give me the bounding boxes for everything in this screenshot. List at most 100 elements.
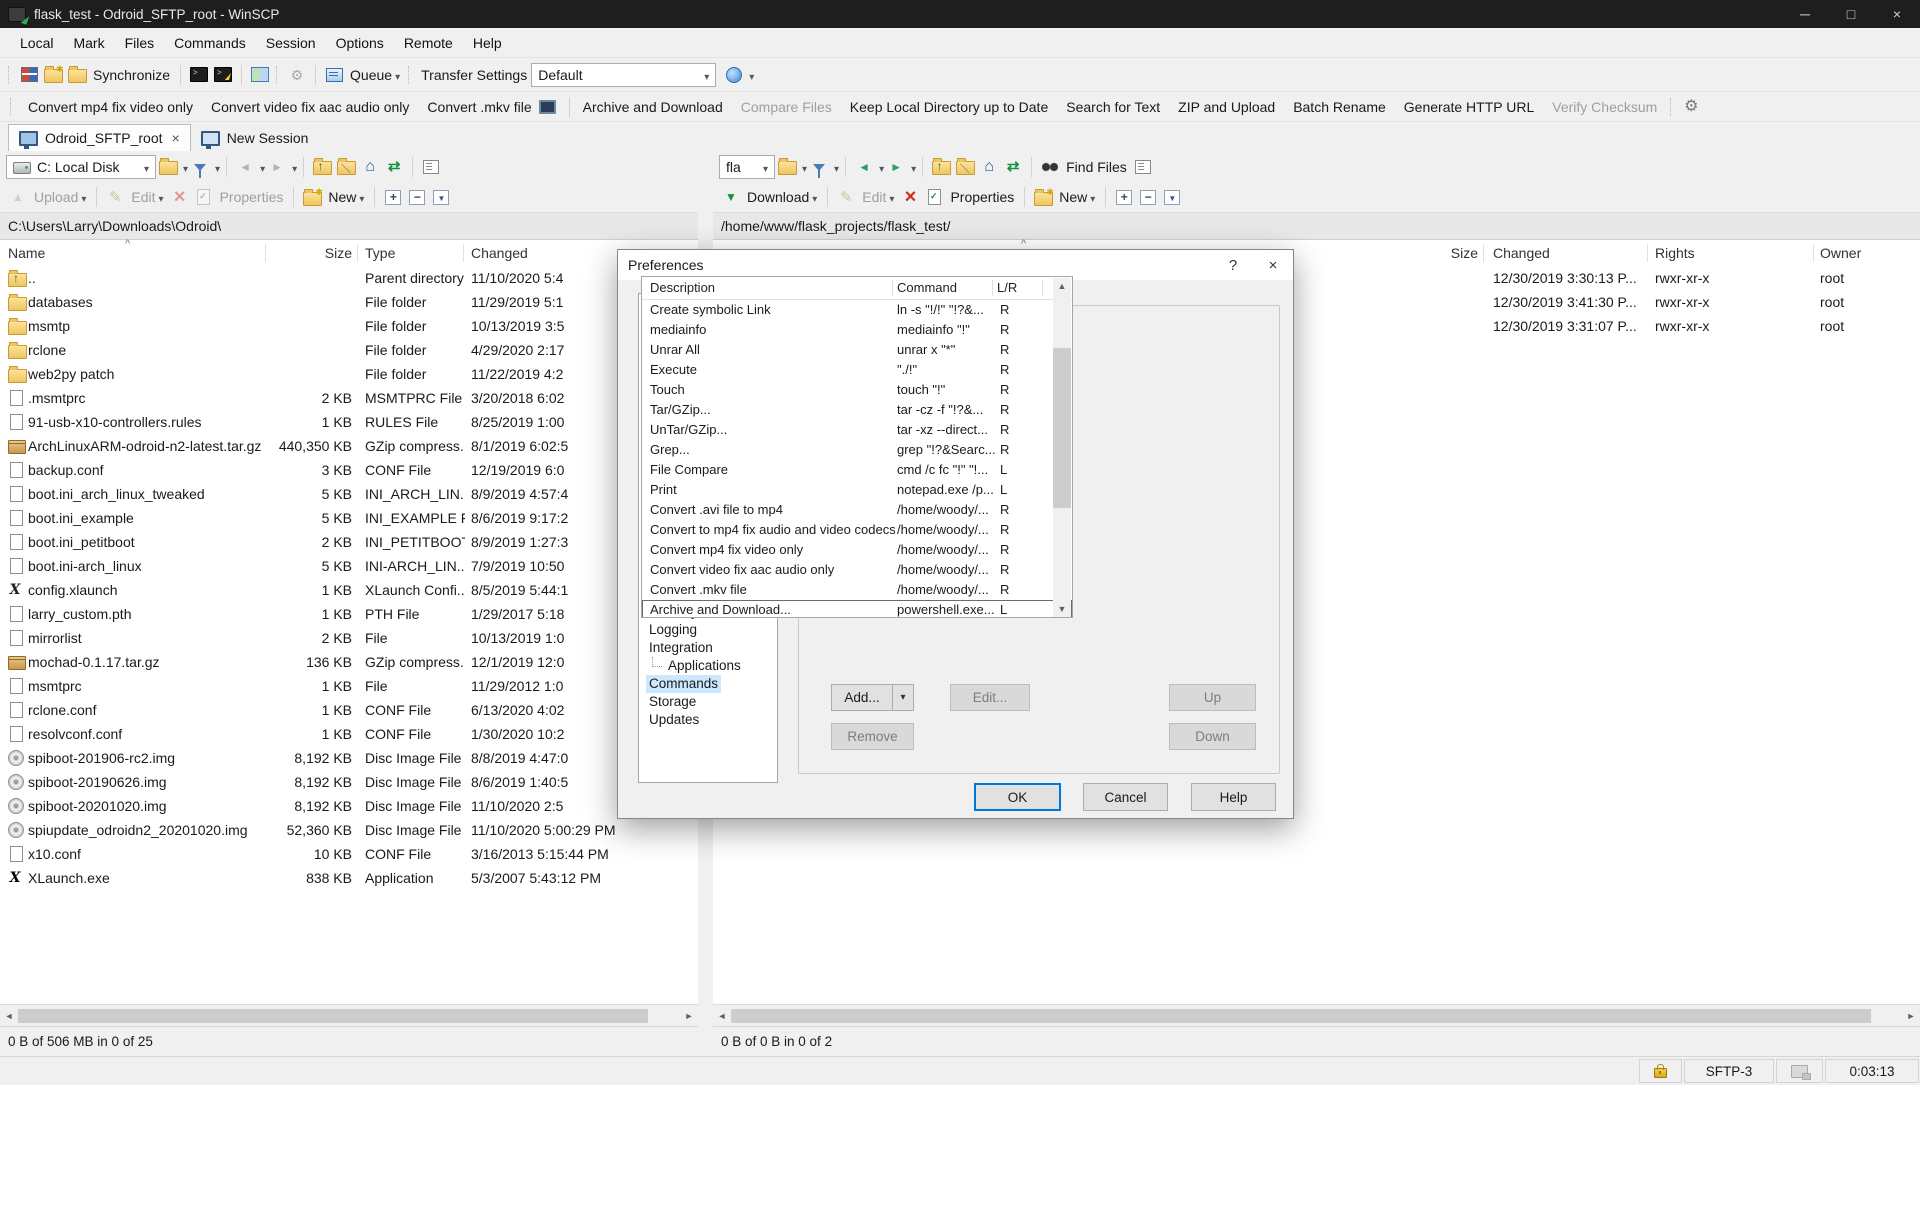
connection-cell[interactable] [1776, 1059, 1823, 1083]
table-row[interactable]: spiupdate_odroidn2_20201020.img 52,360 K… [0, 818, 698, 842]
table-row[interactable]: spiboot-201906-rc2.img 8,192 KB Disc Ima… [0, 746, 698, 770]
forward-icon[interactable] [884, 155, 908, 179]
custom-command-button[interactable]: Convert video fix aac audio only [202, 92, 418, 122]
chevron-down-icon[interactable] [746, 67, 754, 83]
toolbar-grip[interactable] [10, 98, 15, 116]
table-row[interactable]: larry_custom.pth 1 KB PTH File 1/29/2017… [0, 602, 698, 626]
add-button[interactable]: Add... [831, 684, 893, 711]
list-item[interactable]: Convert video fix aac audio only /home/w… [642, 560, 1072, 580]
list-item[interactable]: Execute "./!" R [642, 360, 1072, 380]
table-row[interactable]: x10.conf 10 KB CONF File 3/16/2013 5:15:… [0, 842, 698, 866]
new-folder-icon[interactable] [300, 185, 324, 209]
table-row[interactable]: spiboot-20201020.img 8,192 KB Disc Image… [0, 794, 698, 818]
menu-item[interactable]: Files [115, 28, 165, 58]
selection-filter-icon[interactable] [1160, 185, 1184, 209]
properties-doc-icon[interactable] [192, 185, 216, 209]
tree-item[interactable]: Applications [639, 657, 777, 675]
protocol-cell[interactable]: SFTP-3 [1684, 1059, 1774, 1083]
table-row[interactable]: boot.ini_petitboot 2 KB INI_PETITBOOT...… [0, 530, 698, 554]
scrollbar-thumb[interactable] [731, 1009, 1871, 1023]
edit-button[interactable]: Edit... [950, 684, 1030, 711]
scroll-left-icon[interactable]: ◄ [0, 1011, 18, 1021]
table-row[interactable]: ArchLinuxARM-odroid-n2-latest.tar.gz 440… [0, 434, 698, 458]
custom-command-button[interactable]: Convert mp4 fix video only [19, 92, 202, 122]
toolbar-grip[interactable] [8, 66, 13, 84]
table-row[interactable]: rclone.conf 1 KB CONF File 6/13/2020 4:0… [0, 698, 698, 722]
toolbar-grip[interactable] [1670, 98, 1675, 116]
preferences-grid-icon[interactable] [17, 63, 41, 87]
scrollbar-thumb[interactable] [18, 1009, 648, 1023]
scroll-down-icon[interactable]: ▼ [1053, 601, 1071, 618]
list-item[interactable]: Grep... grep "!?&Searc... R [642, 440, 1072, 460]
tab-close-icon[interactable]: × [172, 130, 180, 146]
custom-command-button[interactable]: Search for Text [1057, 92, 1169, 122]
list-item[interactable]: Print notepad.exe /p... L [642, 480, 1072, 500]
help-button[interactable]: Help [1191, 783, 1276, 811]
list-item[interactable]: Archive and Download... powershell.exe..… [642, 600, 1072, 618]
toolbar-grip[interactable] [408, 66, 413, 84]
list-item[interactable]: UnTar/GZip... tar -xz --direct... R [642, 420, 1072, 440]
session-time-cell[interactable]: 0:03:13 [1825, 1059, 1919, 1083]
root-directory-icon[interactable] [334, 155, 358, 179]
list-item[interactable]: Convert to mp4 fix audio and video codec… [642, 520, 1072, 540]
menu-item[interactable]: Local [10, 28, 63, 58]
menu-item[interactable]: Mark [63, 28, 114, 58]
synchronize-icon[interactable] [65, 63, 89, 87]
synchronize-browsing-icon[interactable] [41, 63, 65, 87]
ok-button[interactable]: OK [974, 783, 1061, 811]
customize-commands-gear-icon[interactable] [1679, 95, 1703, 119]
forward-icon[interactable] [265, 155, 289, 179]
column-header-owner[interactable]: Owner [1820, 240, 1861, 266]
refresh-icon[interactable] [1001, 155, 1025, 179]
new-button[interactable]: New [1059, 189, 1095, 205]
column-header-size[interactable]: Size [260, 240, 352, 266]
menu-item[interactable]: Session [256, 28, 326, 58]
menu-item[interactable]: Commands [164, 28, 256, 58]
column-header-type[interactable]: Type [365, 240, 395, 266]
filter-funnel-icon[interactable] [807, 155, 831, 179]
remove-button[interactable]: Remove [831, 723, 914, 750]
selection-filter-icon[interactable] [429, 185, 453, 209]
back-icon[interactable] [852, 155, 876, 179]
open-folder-icon[interactable] [775, 155, 799, 179]
table-row[interactable]: backup.conf 3 KB CONF File 12/19/2019 6:… [0, 458, 698, 482]
list-item[interactable]: mediainfo mediainfo "!" R [642, 320, 1072, 340]
custom-command-button[interactable]: Compare Files [732, 92, 841, 122]
custom-command-button[interactable]: Batch Rename [1284, 92, 1395, 122]
encryption-lock-cell[interactable] [1639, 1059, 1682, 1083]
custom-command-button[interactable]: Archive and Download [574, 92, 732, 122]
properties-doc-icon[interactable] [922, 185, 946, 209]
column-header-size[interactable]: Size [1413, 240, 1478, 266]
queue-label[interactable]: Queue [350, 67, 400, 83]
table-row[interactable]: msmtprc 1 KB File 11/29/2012 1:0 [0, 674, 698, 698]
table-row[interactable]: resolvconf.conf 1 KB CONF File 1/30/2020… [0, 722, 698, 746]
list-item[interactable]: File Compare cmd /c fc "!" "!... L [642, 460, 1072, 480]
transfer-options-globe-icon[interactable] [722, 63, 746, 87]
console-icon[interactable] [187, 63, 211, 87]
home-directory-icon[interactable] [977, 155, 1001, 179]
edit-icon[interactable] [103, 185, 127, 209]
column-header-command[interactable]: Command [897, 277, 957, 299]
download-button[interactable]: Download [747, 189, 817, 205]
list-vertical-scrollbar[interactable]: ▲ ▼ [1053, 278, 1071, 618]
column-header-rights[interactable]: Rights [1655, 240, 1695, 266]
table-row[interactable]: XLaunch.exe 838 KB Application 5/3/2007 … [0, 866, 698, 890]
remote-directory-combo[interactable]: fla [719, 155, 775, 179]
find-files-button[interactable]: Find Files [1066, 159, 1127, 175]
scroll-right-icon[interactable]: ► [1902, 1011, 1920, 1021]
remote-path-bar[interactable]: /home/www/flask_projects/flask_test/ [713, 212, 1920, 240]
parent-directory-icon[interactable] [929, 155, 953, 179]
directory-tree-icon[interactable] [419, 155, 443, 179]
table-row[interactable]: .. Parent directory 11/10/2020 5:4 [0, 266, 698, 290]
column-header-name[interactable]: Name [8, 240, 45, 266]
custom-command-button[interactable]: ZIP and Upload [1169, 92, 1284, 122]
table-row[interactable]: msmtp File folder 10/13/2019 3:5 [0, 314, 698, 338]
queue-icon[interactable] [322, 63, 346, 87]
list-item[interactable]: Convert .mkv file /home/woody/... R [642, 580, 1072, 600]
list-item[interactable]: Touch touch "!" R [642, 380, 1072, 400]
column-header-changed[interactable]: Changed [1493, 240, 1550, 266]
table-row[interactable]: web2py patch File folder 11/22/2019 4:2 [0, 362, 698, 386]
delete-icon[interactable] [898, 185, 922, 209]
list-item[interactable]: Convert .avi file to mp4 /home/woody/...… [642, 500, 1072, 520]
download-icon[interactable] [719, 185, 743, 209]
